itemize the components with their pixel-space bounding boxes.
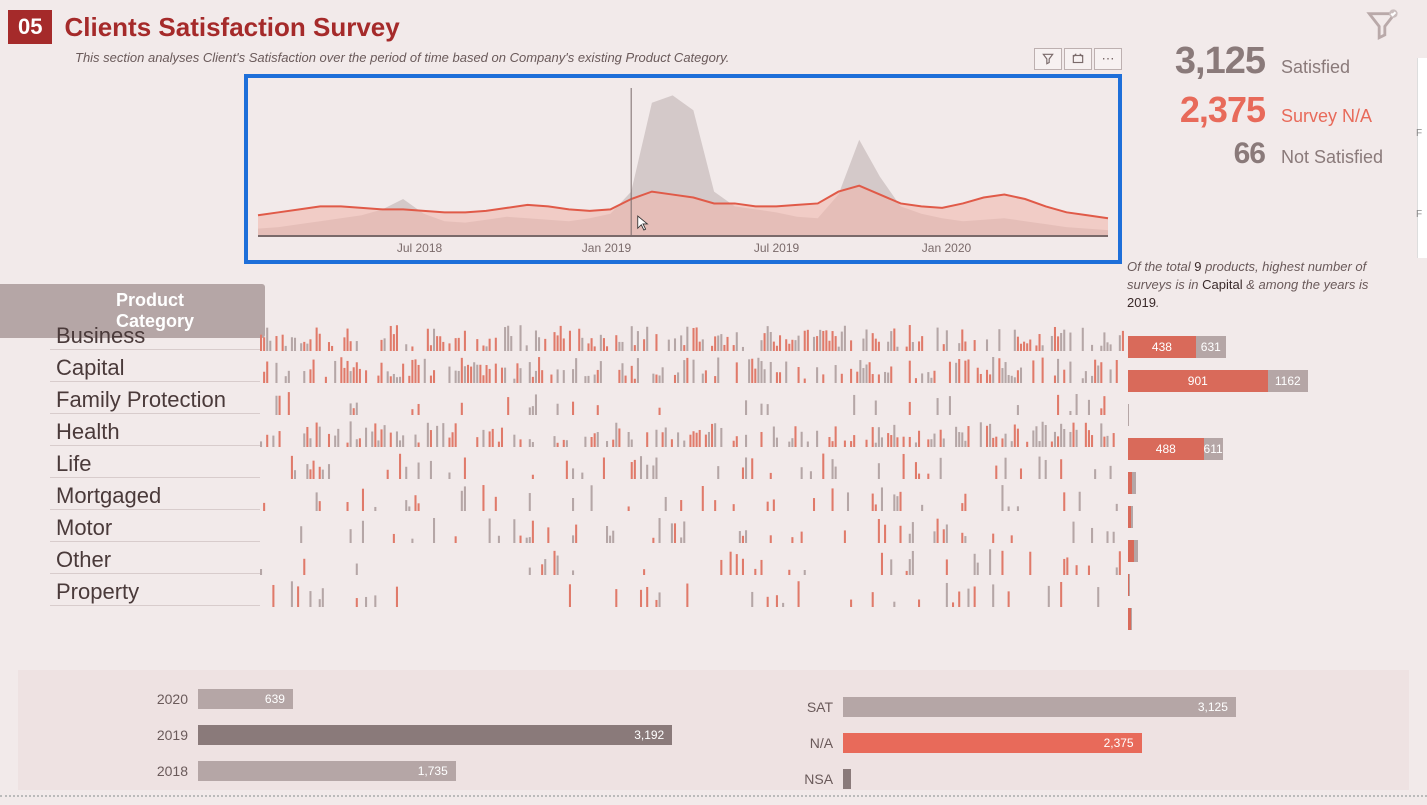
category-side-bar[interactable] <box>1128 500 1328 534</box>
category-label: Health <box>50 419 260 446</box>
more-options-icon[interactable]: ⋯ <box>1094 48 1122 70</box>
kpi-satisfied-label: Satisfied <box>1281 57 1391 78</box>
kpi-satisfied-value: 3,125 <box>1175 40 1265 83</box>
year-label: 2019 <box>138 727 188 743</box>
status-label: SAT <box>783 699 833 715</box>
svg-text:Jan 2020: Jan 2020 <box>922 241 972 255</box>
year-bar-row[interactable]: 20193,192 <box>138 720 763 750</box>
year-label: 2020 <box>138 691 188 707</box>
svg-text:Jan 2019: Jan 2019 <box>582 241 632 255</box>
category-side-bar[interactable] <box>1128 534 1328 568</box>
kpi-surveyna-label: Survey N/A <box>1281 106 1391 127</box>
page-number-badge: 05 <box>8 10 52 44</box>
category-table: Business Capital Family Protection Health Li… <box>50 320 1125 608</box>
svg-text:Jul 2019: Jul 2019 <box>754 241 800 255</box>
timeline-area-chart[interactable]: Jul 2018 Jan 2019 Jul 2019 Jan 2020 <box>244 74 1122 264</box>
category-side-bar[interactable] <box>1128 602 1328 636</box>
category-label: Business <box>50 323 260 350</box>
category-side-bar[interactable] <box>1128 466 1328 500</box>
category-row[interactable]: Property <box>50 576 1125 608</box>
svg-text:Jul 2018: Jul 2018 <box>397 241 443 255</box>
category-label: Life <box>50 451 260 478</box>
category-label: Family Protection <box>50 387 260 414</box>
page-title: Clients Satisfaction Survey <box>64 12 399 43</box>
category-side-bar[interactable] <box>1128 398 1328 432</box>
kpi-surveyna-value: 2,375 <box>1180 89 1265 131</box>
category-label: Motor <box>50 515 260 542</box>
insight-text: Of the total 9 products, highest number … <box>1127 258 1387 313</box>
status-bar-row[interactable]: N/A2,375 <box>783 728 1369 758</box>
category-label: Other <box>50 547 260 574</box>
category-side-bar[interactable]: 438631 <box>1128 330 1328 364</box>
category-row[interactable]: Capital <box>50 352 1125 384</box>
category-row[interactable]: Life <box>50 448 1125 480</box>
year-label: 2018 <box>138 763 188 779</box>
category-row[interactable]: Mortgaged <box>50 480 1125 512</box>
category-row[interactable]: Health <box>50 416 1125 448</box>
category-row[interactable]: Other <box>50 544 1125 576</box>
divider <box>0 795 1427 797</box>
category-side-bar[interactable]: 9011162 <box>1128 364 1328 398</box>
year-bar-row[interactable]: 20181,735 <box>138 756 763 786</box>
category-row[interactable]: Business <box>50 320 1125 352</box>
surveys-by-year-chart[interactable]: 2020639 20193,192 20181,735 <box>18 670 783 790</box>
status-bar-row[interactable]: SAT3,125 <box>783 692 1369 722</box>
category-side-bar[interactable]: 488611 <box>1128 432 1328 466</box>
category-side-bar[interactable] <box>1128 568 1328 602</box>
status-bar-row[interactable]: NSA <box>783 764 1369 794</box>
kpi-notsat-label: Not Satisfied <box>1281 147 1391 168</box>
focus-mode-icon[interactable] <box>1064 48 1092 70</box>
year-bar-row[interactable]: 2020639 <box>138 684 763 714</box>
status-label: NSA <box>783 771 833 787</box>
status-label: N/A <box>783 735 833 751</box>
category-label: Property <box>50 579 260 606</box>
kpi-notsat-value: 66 <box>1234 137 1265 171</box>
category-label: Mortgaged <box>50 483 260 510</box>
right-collapsed-pane[interactable]: F F <box>1417 58 1427 258</box>
category-side-bars: 4386319011162 488611 <box>1128 330 1328 636</box>
filter-icon[interactable] <box>1034 48 1062 70</box>
funnel-filter-icon[interactable] <box>1365 8 1399 42</box>
category-row[interactable]: Family Protection <box>50 384 1125 416</box>
surveys-by-status-chart[interactable]: SAT3,125 N/A2,375 NSA <box>783 670 1409 790</box>
category-row[interactable]: Motor <box>50 512 1125 544</box>
category-label: Capital <box>50 355 260 382</box>
